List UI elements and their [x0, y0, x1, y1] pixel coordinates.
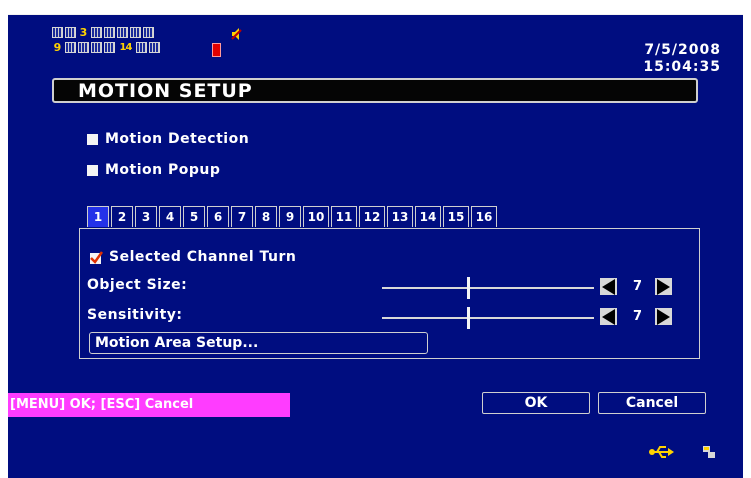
channel-indicator: 3 — [79, 26, 88, 39]
object-size-value: 7 — [633, 279, 643, 294]
object-size-label: Object Size: — [87, 277, 188, 293]
arrow-left-icon — [602, 309, 615, 325]
channel-status-row-2: 9 14 — [52, 42, 162, 55]
ok-button[interactable]: OK — [482, 392, 590, 414]
motion-popup-checkbox[interactable] — [87, 164, 98, 176]
channel-indicator — [91, 42, 102, 53]
channel-tabs: 1 2 3 4 5 6 7 8 9 10 11 12 13 14 15 16 — [87, 206, 499, 228]
channel-status-row-1: 3 — [52, 27, 156, 40]
channel-indicator — [65, 42, 76, 53]
selected-channel-turn-option[interactable]: Selected Channel Turn — [90, 249, 296, 265]
channel-indicator — [52, 27, 63, 38]
tab-channel-16[interactable]: 16 — [471, 206, 497, 227]
dvr-screen: 3 9 14 7/5/2008 15:04:35 MOTION SETUP Mo… — [8, 14, 743, 478]
channel-indicator — [78, 42, 89, 53]
key-hint: [MENU] OK; [ESC] Cancel — [8, 393, 290, 417]
channel-indicator — [104, 42, 115, 53]
tab-channel-3[interactable]: 3 — [135, 206, 157, 227]
object-size-decrease-button[interactable] — [600, 278, 617, 295]
tab-channel-8[interactable]: 8 — [255, 206, 277, 227]
datetime-display: 7/5/2008 15:04:35 — [643, 42, 721, 76]
channel-indicator — [136, 42, 147, 53]
arrow-right-icon — [657, 309, 670, 325]
object-size-slider[interactable] — [382, 287, 594, 289]
channel-indicator: 14 — [119, 42, 133, 53]
motion-popup-label: Motion Popup — [105, 162, 221, 178]
arrow-right-icon — [657, 279, 670, 295]
time-text: 15:04:35 — [643, 59, 721, 75]
motion-detection-checkbox[interactable] — [87, 133, 98, 145]
tab-channel-9[interactable]: 9 — [279, 206, 301, 227]
tab-channel-14[interactable]: 14 — [415, 206, 441, 227]
speaker-icon — [231, 28, 242, 40]
sensitivity-decrease-button[interactable] — [600, 308, 617, 325]
usb-icon — [649, 446, 674, 458]
checked-mark-icon[interactable] — [90, 250, 103, 264]
channel-indicator — [143, 27, 154, 38]
sensitivity-slider[interactable] — [382, 317, 594, 319]
motion-area-setup-button[interactable]: Motion Area Setup... — [89, 332, 428, 354]
tab-channel-5[interactable]: 5 — [183, 206, 205, 227]
sensitivity-increase-button[interactable] — [655, 308, 672, 325]
arrow-left-icon — [602, 279, 615, 295]
tab-channel-15[interactable]: 15 — [443, 206, 469, 227]
sensitivity-label: Sensitivity: — [87, 307, 183, 323]
channel-indicator — [149, 42, 160, 53]
tab-channel-4[interactable]: 4 — [159, 206, 181, 227]
channel-indicator — [65, 27, 76, 38]
selected-channel-turn-label: Selected Channel Turn — [109, 249, 297, 265]
tab-channel-7[interactable]: 7 — [231, 206, 253, 227]
tab-channel-10[interactable]: 10 — [303, 206, 329, 227]
tab-channel-13[interactable]: 13 — [387, 206, 413, 227]
object-size-slider-handle[interactable] — [467, 277, 470, 299]
channel-indicator — [104, 27, 115, 38]
date-text: 7/5/2008 — [644, 42, 721, 58]
tab-channel-2[interactable]: 2 — [111, 206, 133, 227]
motion-detection-option[interactable]: Motion Detection — [87, 131, 249, 147]
channel-indicator: 9 — [53, 41, 62, 54]
tab-channel-6[interactable]: 6 — [207, 206, 229, 227]
cancel-button[interactable]: Cancel — [598, 392, 706, 414]
motion-detection-label: Motion Detection — [105, 131, 250, 147]
motion-popup-option[interactable]: Motion Popup — [87, 162, 220, 178]
channel-indicator — [117, 27, 128, 38]
tab-channel-12[interactable]: 12 — [359, 206, 385, 227]
sensitivity-slider-handle[interactable] — [467, 307, 470, 329]
object-size-increase-button[interactable] — [655, 278, 672, 295]
tab-channel-11[interactable]: 11 — [331, 206, 357, 227]
channel-indicator — [130, 27, 141, 38]
channel-indicator — [91, 27, 102, 38]
page-title: MOTION SETUP — [78, 80, 253, 102]
network-icon — [703, 446, 715, 458]
sensitivity-value: 7 — [633, 309, 643, 324]
tab-channel-1[interactable]: 1 — [87, 206, 109, 227]
record-icon — [212, 43, 221, 57]
